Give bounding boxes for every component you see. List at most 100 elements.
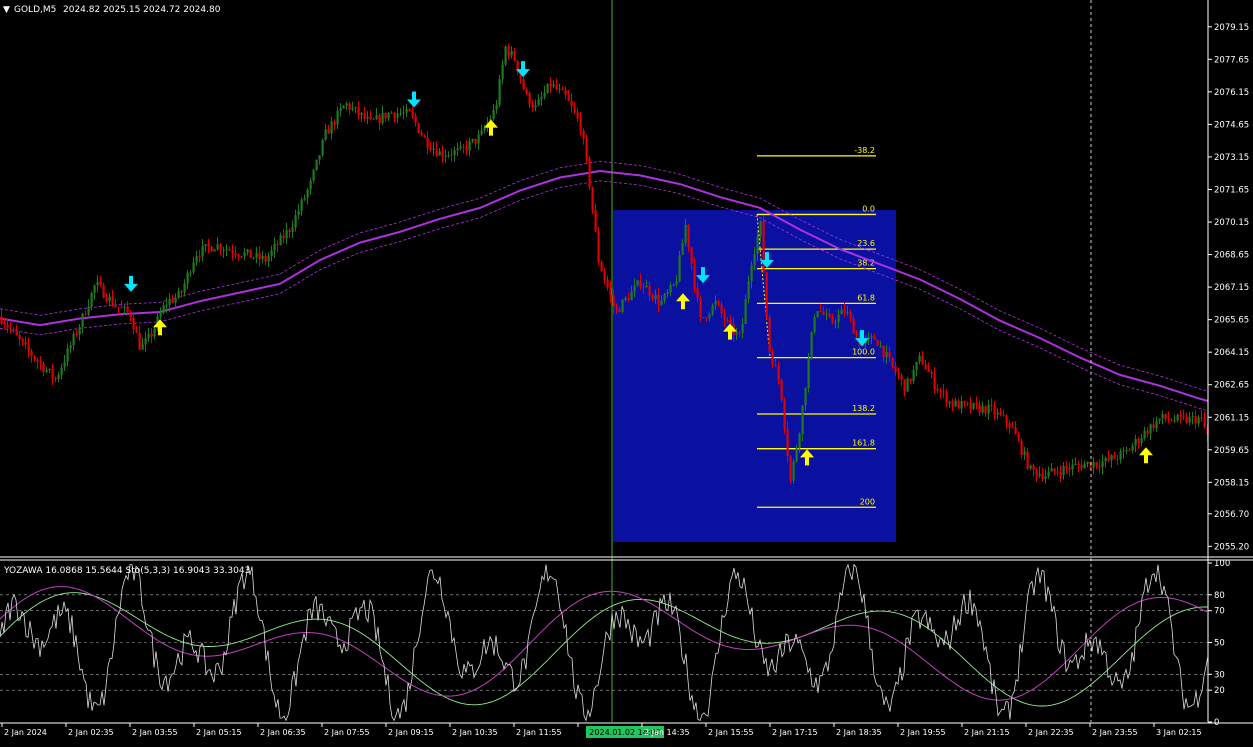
price-bar-body (870, 336, 873, 338)
price-bar-body (378, 115, 381, 124)
price-bar-body (462, 146, 465, 148)
price-bar-body (297, 210, 300, 216)
price-bar-body (630, 291, 633, 301)
dropdown-triangle-icon[interactable]: ▼ (3, 5, 10, 15)
price-bar-body (990, 404, 993, 406)
price-bar-body (789, 456, 792, 481)
price-tick-label: 2055.20 (1214, 542, 1249, 552)
price-bar-body (996, 412, 999, 415)
price-bar-body (1122, 450, 1125, 452)
price-bar-body (465, 146, 468, 151)
price-bar-body (759, 220, 762, 237)
price-bar-body (192, 262, 195, 273)
price-bar-body (240, 256, 243, 258)
price-bar-body (801, 405, 804, 434)
stoch-tick-label: 20 (1214, 686, 1225, 696)
price-bar-body (255, 252, 258, 258)
price-tick-label: 2061.15 (1214, 413, 1249, 423)
price-bar-body (165, 304, 168, 306)
price-bar-body (1143, 430, 1146, 439)
price-bar-body (969, 402, 972, 409)
price-bar-body (579, 118, 582, 131)
stoch-tick-label: 100 (1214, 559, 1230, 569)
price-tick-label: 2067.15 (1214, 283, 1249, 293)
price-bar-body (1191, 416, 1194, 418)
price-bar-body (804, 388, 807, 406)
symbol-label: GOLD,M5 (14, 5, 56, 15)
price-bar-body (993, 405, 996, 415)
price-bar-body (390, 112, 393, 114)
price-bar-body (441, 151, 444, 158)
price-bar-body (402, 112, 405, 114)
price-bar-body (783, 399, 786, 429)
price-bar-body (1092, 462, 1095, 468)
price-bar-body (504, 46, 507, 65)
price-bar-body (117, 306, 120, 308)
price-bar-body (429, 147, 432, 150)
price-bar-body (1182, 416, 1185, 418)
price-bar-body (48, 368, 51, 371)
price-bar-body (1086, 461, 1089, 464)
price-bar-body (261, 255, 264, 259)
price-bar-body (81, 313, 84, 327)
fibo-level-label: -38.2 (854, 146, 875, 155)
price-bar-body (657, 295, 660, 305)
price-bar-body (879, 345, 882, 347)
price-bar-body (1152, 424, 1155, 429)
price-bar-body (366, 116, 369, 119)
time-tick-label: 2 Jan 18:35 (836, 728, 882, 737)
price-bar-body (1200, 417, 1203, 419)
price-bar-body (1017, 434, 1020, 441)
price-bar-body (213, 249, 216, 252)
price-bar-body (1041, 473, 1044, 479)
price-bar-body (645, 285, 648, 288)
price-bar-body (924, 364, 927, 370)
time-tick-label: 2 Jan 06:35 (260, 728, 306, 737)
price-bar-body (69, 345, 72, 349)
price-bar-body (663, 293, 666, 301)
price-bar-body (54, 377, 57, 380)
price-bar-body (729, 320, 732, 325)
price-bar-body (471, 138, 474, 142)
price-bar-body (621, 299, 624, 313)
price-bar-body (948, 401, 951, 404)
price-bar-body (27, 344, 30, 352)
price-bar-body (726, 319, 729, 321)
price-bar-body (36, 359, 39, 362)
price-bar-body (75, 333, 78, 335)
price-bar-body (3, 323, 6, 325)
price-bar-body (822, 311, 825, 315)
price-bar-body (561, 88, 564, 90)
chart-stage[interactable]: -38.2 0.0 23.6 38.2 61.8 100.0 138.2 161.8 200 2… (0, 0, 1253, 743)
price-bar-body (420, 132, 423, 136)
price-bar-body (1077, 463, 1080, 466)
price-bar-body (894, 365, 897, 373)
price-bar-body (633, 285, 636, 292)
price-bar-body (1002, 415, 1005, 417)
price-bar-body (810, 331, 813, 359)
price-bar-body (108, 296, 111, 302)
price-bar-body (1029, 465, 1032, 469)
price-bar-body (1065, 465, 1068, 468)
price-bar-body (918, 355, 921, 362)
price-bar-body (1062, 465, 1065, 476)
chart-svg[interactable]: -38.20.023.638.261.8100.0138.2161.8200 2… (0, 0, 1253, 743)
price-bar-body (702, 317, 705, 319)
price-bar-body (798, 433, 801, 449)
price-bar-body (573, 106, 576, 113)
price-bar-body (549, 83, 552, 87)
price-bar-body (177, 291, 180, 298)
stoch-tick-label: 30 (1214, 670, 1225, 680)
price-bar-body (720, 304, 723, 314)
price-bar-body (396, 113, 399, 118)
price-bar-body (303, 197, 306, 200)
price-bar-body (15, 329, 18, 335)
price-bar-body (1035, 469, 1038, 476)
price-bar-body (963, 401, 966, 403)
price-bar-body (585, 139, 588, 159)
price-bar-body (771, 351, 774, 366)
price-bar-body (1074, 463, 1077, 465)
price-bar-body (1176, 414, 1179, 421)
price-bar-body (405, 109, 408, 113)
price-bar-body (411, 111, 414, 116)
